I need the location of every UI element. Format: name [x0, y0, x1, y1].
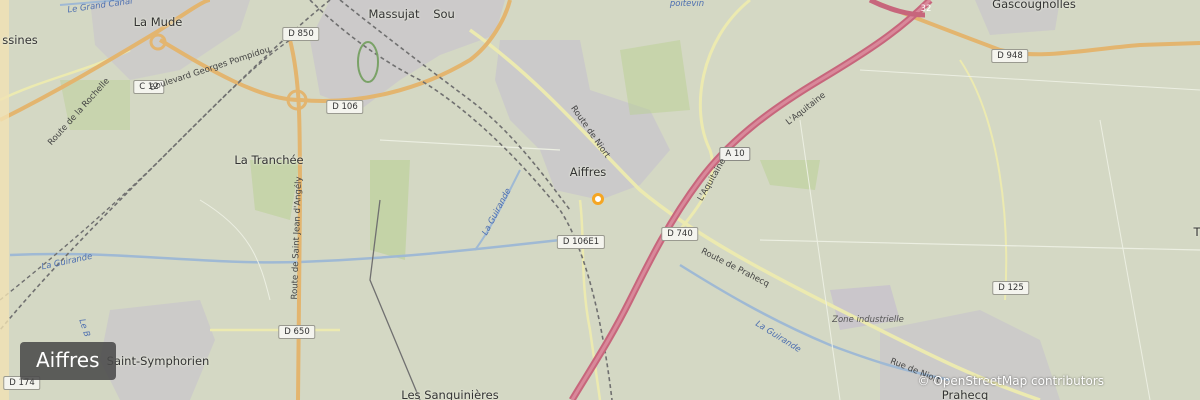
- town-label-prahecq: Prahecq: [941, 388, 989, 400]
- map-attribution[interactable]: © OpenStreetMap contributors: [918, 374, 1104, 388]
- town-label-la-mude: La Mude: [133, 15, 183, 29]
- urban-area-saint-symphorien: [100, 300, 215, 400]
- track: [799, 119, 841, 400]
- town-label-aiffres: Aiffres: [569, 165, 607, 179]
- track: [1099, 119, 1151, 400]
- motorway-link: [868, 0, 926, 18]
- road-shield-d948: D 948: [991, 49, 1029, 63]
- road-shield-d650: D 650: [278, 325, 316, 339]
- town-label-la-tranchee: La Tranchée: [234, 153, 304, 167]
- town-label-saint-symphorien: Saint-Symphorien: [106, 354, 210, 368]
- road-shield-d106: D 106: [326, 100, 364, 114]
- map-edge-strip: [0, 0, 9, 400]
- track: [759, 239, 1200, 251]
- secondary-road: [959, 59, 1008, 301]
- track: [859, 69, 1200, 91]
- water-label-poitevin: poitevin: [669, 0, 705, 9]
- road-shield-d106e1: D 106E1: [556, 235, 606, 249]
- field-patch: [620, 40, 690, 115]
- motorway-exit-marker: 32: [920, 4, 932, 14]
- town-label-sou: Sou: [433, 7, 455, 21]
- map-canvas[interactable]: La Mude Massujat Sou Gascougnolles La Tr…: [0, 0, 1200, 400]
- place-name-badge: Aiffres: [20, 342, 116, 380]
- town-label-gascougnolles: Gascougnolles: [992, 0, 1076, 11]
- road-shield-d125: D 125: [992, 281, 1030, 295]
- town-label-les-sanguinieres: Les Sanguinières: [401, 388, 499, 400]
- field-patch: [760, 160, 820, 190]
- road-shield-d740: D 740: [661, 227, 699, 241]
- town-label-massujat: Massujat: [368, 7, 420, 21]
- town-label-assines: ssines: [2, 33, 38, 47]
- zone-label-industrielle: Zone industrielle: [832, 315, 904, 325]
- road-shield-d850: D 850: [282, 27, 320, 41]
- field-patch: [370, 160, 410, 260]
- location-marker[interactable]: [592, 193, 604, 205]
- track: [199, 199, 271, 301]
- town-label-right-edge: T: [1193, 225, 1200, 239]
